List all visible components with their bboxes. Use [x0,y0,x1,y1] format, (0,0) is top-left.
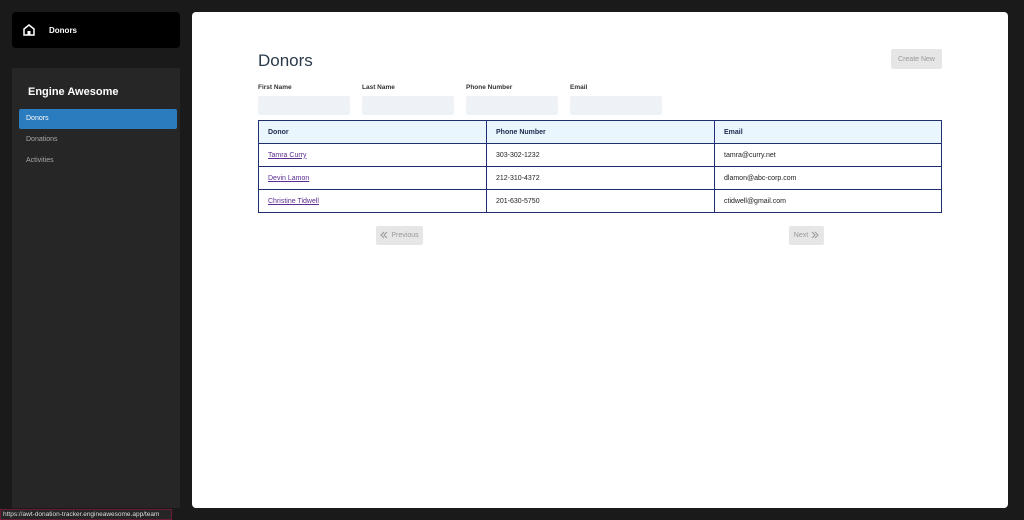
sidebar: Donors Engine Awesome Donors Donations A… [12,12,180,508]
table-header-row: Donor Phone Number Email [258,120,942,144]
app-name: Engine Awesome [28,86,119,98]
donor-email: tamra@curry.net [714,143,942,167]
sidebar-header[interactable]: Donors [12,12,180,48]
donor-name-link[interactable]: Tamra Curry [258,143,487,167]
sidebar-item-donors[interactable]: Donors [19,109,177,129]
last-name-label: Last Name [362,84,395,91]
double-chevron-right-icon [811,231,819,241]
donor-name-link[interactable]: Devin Lamon [258,166,487,190]
home-icon [21,22,37,38]
donor-phone: 212-310-4372 [486,166,715,190]
phone-number-input[interactable] [466,96,558,115]
table-row: Tamra Curry 303-302-1232 tamra@curry.net [258,143,942,167]
table-row: Devin Lamon 212-310-4372 dlamon@abc-corp… [258,166,942,190]
donor-phone: 201-630-5750 [486,189,715,213]
last-name-input[interactable] [362,96,454,115]
sidebar-nav-section: Engine Awesome Donors Donations Activiti… [12,68,180,508]
sidebar-item-activities[interactable]: Activities [19,151,177,171]
last-name-filter: Last Name [362,84,454,115]
create-new-button[interactable]: Create New [891,49,942,69]
email-input[interactable] [570,96,662,115]
next-label: Next [793,232,809,239]
next-button[interactable]: Next [789,226,824,245]
previous-button[interactable]: Previous [376,226,423,245]
filter-bar: First Name Last Name Phone Number Email [258,84,678,116]
table-row: Christine Tidwell 201-630-5750 ctidwell@… [258,189,942,213]
phone-number-label: Phone Number [466,84,513,91]
donor-email: ctidwell@gmail.com [714,189,942,213]
phone-number-filter: Phone Number [466,84,558,115]
sidebar-header-label: Donors [49,25,77,35]
main-panel: Donors Create New First Name Last Name P… [192,12,1008,508]
donors-table: Donor Phone Number Email Tamra Curry 303… [258,120,942,213]
first-name-input[interactable] [258,96,350,115]
previous-label: Previous [391,232,419,239]
link-status-bar: https://awt-donation-tracker.engineaweso… [0,509,172,520]
first-name-filter: First Name [258,84,350,115]
double-chevron-left-icon [380,231,388,241]
sidebar-item-donations[interactable]: Donations [19,130,177,150]
donor-name-link[interactable]: Christine Tidwell [258,189,487,213]
email-label: Email [570,84,588,91]
column-header-email[interactable]: Email [714,120,942,144]
column-header-phone[interactable]: Phone Number [486,120,715,144]
column-header-donor[interactable]: Donor [258,120,487,144]
donors-table-wrap: Donor Phone Number Email Tamra Curry 303… [258,120,942,213]
first-name-label: First Name [258,84,292,91]
donor-phone: 303-302-1232 [486,143,715,167]
donor-email: dlamon@abc-corp.com [714,166,942,190]
email-filter: Email [570,84,662,115]
app-window: Donors Engine Awesome Donors Donations A… [0,0,1024,520]
page-title: Donors [258,51,313,70]
nav-list: Donors Donations Activities [19,109,177,172]
